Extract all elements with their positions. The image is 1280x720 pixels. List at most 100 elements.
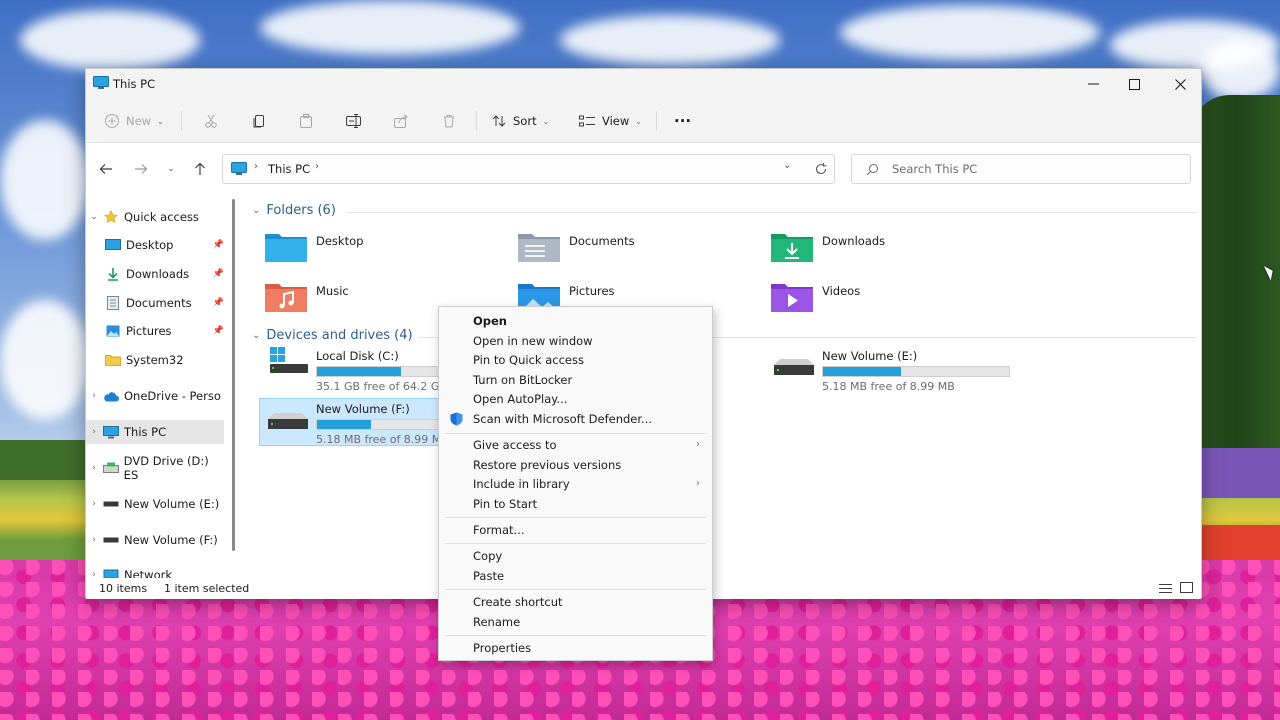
menu-item-open-new-window[interactable]: Open in new window	[439, 331, 712, 350]
paste-button[interactable]	[298, 109, 314, 133]
menu-item-copy[interactable]: Copy	[439, 546, 712, 565]
folder-tile-downloads[interactable]: Downloads	[770, 231, 885, 263]
nav-downloads[interactable]: Downloads 📌	[86, 262, 226, 286]
address-bar[interactable]: › This PC › ⌄	[222, 154, 835, 184]
address-history-button[interactable]: ⌄	[783, 160, 791, 171]
this-pc-icon	[102, 425, 120, 439]
menu-item-properties[interactable]: Properties	[439, 638, 712, 657]
menu-item-format[interactable]: Format...	[439, 520, 712, 539]
forward-button[interactable]	[131, 159, 151, 179]
new-button[interactable]: New ⌄	[104, 109, 164, 133]
nav-documents[interactable]: Documents 📌	[86, 291, 226, 315]
menu-item-pin-quick-access[interactable]: Pin to Quick access	[439, 350, 712, 369]
chevron-down-icon[interactable]: ⌄	[252, 205, 260, 216]
nav-label: Network	[124, 568, 173, 578]
folder-label: Documents	[569, 234, 635, 248]
search-box[interactable]: Search This PC	[851, 154, 1191, 184]
search-placeholder: Search This PC	[892, 162, 978, 176]
menu-item-bitlocker[interactable]: Turn on BitLocker	[439, 370, 712, 389]
chevron-right-icon: ›	[696, 439, 700, 450]
drive-icon	[102, 497, 120, 511]
close-button[interactable]	[1157, 69, 1203, 99]
nav-new-volume-e[interactable]: › New Volume (E:)	[86, 492, 226, 516]
menu-item-give-access[interactable]: Give access to ›	[439, 435, 712, 454]
menu-item-include-library[interactable]: Include in library ›	[439, 474, 712, 493]
paste-icon	[300, 114, 312, 128]
drive-tile-e[interactable]: New Volume (E:) 5.18 MB free of 8.99 MB	[766, 349, 1046, 393]
content-area: ⌄ Folders (6) Desktop Documents Download…	[246, 195, 1201, 578]
folder-label: Music	[316, 284, 349, 298]
cut-button[interactable]	[203, 109, 219, 133]
chevron-down-icon[interactable]: ⌄	[252, 330, 260, 341]
folder-tile-videos[interactable]: Videos	[770, 281, 860, 313]
menu-item-label: Scan with Microsoft Defender...	[473, 411, 653, 426]
rename-button[interactable]	[345, 109, 363, 133]
minimize-button[interactable]	[1070, 69, 1116, 99]
nav-onedrive[interactable]: › OneDrive - Perso	[86, 384, 226, 408]
nav-label: Documents	[126, 296, 192, 310]
tiles-view-icon[interactable]	[1180, 582, 1193, 594]
delete-button[interactable]	[441, 109, 457, 133]
drive-free-space: 5.18 MB free of 8.99 MB	[316, 433, 449, 446]
star-icon	[102, 210, 120, 224]
copy-button[interactable]	[251, 109, 267, 133]
drive-icon	[102, 533, 120, 547]
folder-label: Videos	[822, 284, 861, 298]
menu-item-label: Give access to	[473, 437, 557, 452]
nav-pictures[interactable]: Pictures 📌	[86, 319, 226, 343]
group-title: Devices and drives (4)	[266, 328, 413, 343]
breadcrumb-this-pc[interactable]: This PC	[268, 162, 310, 176]
nav-network[interactable]: › Network	[86, 563, 226, 578]
nav-system32[interactable]: System32	[86, 348, 226, 372]
view-button[interactable]: View ⌄	[578, 109, 642, 133]
folder-tile-music[interactable]: Music	[264, 281, 349, 313]
details-view-icon[interactable]	[1159, 583, 1172, 594]
desktop-folder-icon	[265, 234, 307, 262]
menu-item-scan-defender[interactable]: Scan with Microsoft Defender...	[439, 409, 712, 428]
maximize-button[interactable]	[1111, 69, 1157, 99]
nav-desktop[interactable]: Desktop 📌	[86, 233, 226, 257]
chevron-right-icon[interactable]: ›	[86, 535, 102, 545]
pin-icon: 📌	[212, 326, 224, 336]
view-button-label: View	[602, 114, 630, 128]
nav-dvd-drive[interactable]: › DVD Drive (D:) ES	[86, 454, 226, 482]
chevron-right-icon[interactable]: ›	[86, 499, 102, 509]
recent-locations-button[interactable]: ⌄	[161, 159, 181, 179]
menu-item-autoplay[interactable]: Open AutoPlay...	[439, 389, 712, 408]
folders-group-header[interactable]: ⌄ Folders (6)	[252, 203, 336, 218]
menu-item-pin-start[interactable]: Pin to Start	[439, 494, 712, 513]
toolbar-divider	[476, 111, 477, 131]
refresh-icon[interactable]	[814, 162, 828, 176]
chevron-right-icon[interactable]: ›	[86, 463, 102, 473]
drive-tile-f[interactable]: New Volume (F:) 5.18 MB free of 8.99 MB	[259, 398, 449, 446]
folder-tile-desktop[interactable]: Desktop	[264, 231, 363, 263]
chevron-right-icon[interactable]: ›	[86, 391, 102, 401]
menu-item-restore-versions[interactable]: Restore previous versions	[439, 455, 712, 474]
nav-pane-scrollbar[interactable]	[232, 199, 235, 551]
chevron-down-icon: ⌄	[635, 116, 642, 126]
chevron-down-icon[interactable]: ⌄	[86, 212, 102, 222]
up-button[interactable]	[190, 159, 210, 179]
menu-item-paste[interactable]: Paste	[439, 566, 712, 585]
sort-icon	[492, 115, 506, 127]
folder-tile-documents[interactable]: Documents	[517, 231, 635, 263]
back-button[interactable]	[96, 159, 116, 179]
menu-item-create-shortcut[interactable]: Create shortcut	[439, 592, 712, 611]
nav-label: OneDrive - Perso	[124, 389, 221, 403]
chevron-right-icon[interactable]: ›	[86, 427, 102, 437]
pin-icon: 📌	[212, 298, 224, 308]
drive-usage-fill	[317, 367, 401, 376]
nav-quick-access[interactable]: ⌄ Quick access	[86, 205, 226, 229]
drives-group-header[interactable]: ⌄ Devices and drives (4)	[252, 328, 413, 343]
menu-item-open[interactable]: Open	[439, 311, 712, 330]
share-button[interactable]	[393, 109, 409, 133]
cloud	[1200, 40, 1280, 100]
nav-new-volume-f[interactable]: › New Volume (F:)	[86, 528, 226, 552]
sort-button[interactable]: Sort ⌄	[491, 109, 549, 133]
menu-item-rename[interactable]: Rename	[439, 612, 712, 631]
nav-this-pc[interactable]: › This PC	[86, 420, 224, 444]
breadcrumb-chevron-icon[interactable]: ›	[315, 161, 319, 172]
see-more-button[interactable]: ···	[674, 109, 691, 133]
search-icon	[866, 164, 878, 176]
chevron-right-icon[interactable]: ›	[86, 570, 102, 578]
